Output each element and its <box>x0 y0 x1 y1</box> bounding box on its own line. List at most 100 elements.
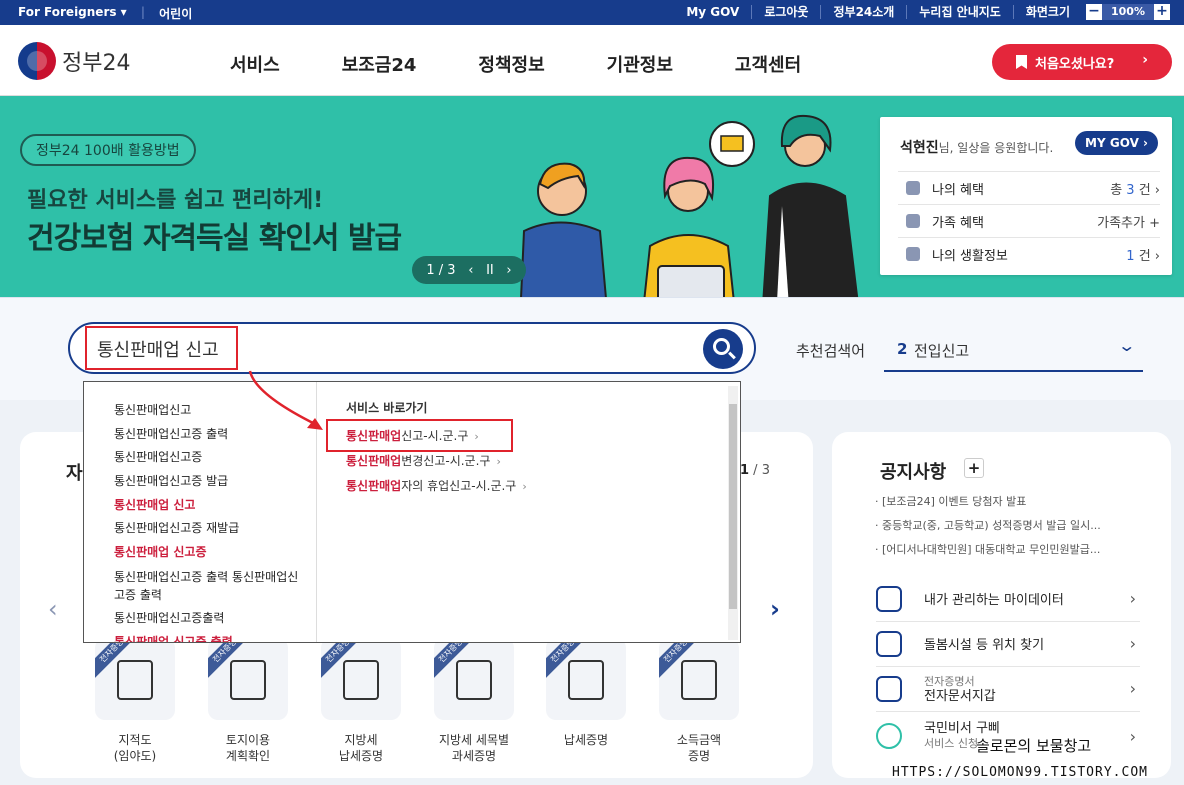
zoom-in-button[interactable]: + <box>1154 4 1170 20</box>
greeting-text: 님, 일상을 응원합니다. <box>938 141 1054 155</box>
suggestion-item[interactable]: 통신판매업 신고증 출력 <box>114 631 304 643</box>
mygov-link[interactable]: My GOV <box>674 5 753 19</box>
site-logo[interactable]: 정부24 <box>18 42 130 80</box>
suggestion-item[interactable]: 통신판매업신고증 발급 <box>114 470 304 494</box>
coin-stack-icon: 전자증명 <box>659 638 739 720</box>
quick-link-wallet[interactable]: 전자증명서 전자문서지갑 › <box>876 666 1140 712</box>
family-benefits-label: 가족 혜택 <box>932 215 984 231</box>
notice-more-button[interactable]: + <box>964 458 984 478</box>
logo-text: 정부24 <box>62 51 131 76</box>
chevron-right-icon: › <box>1129 634 1136 653</box>
bird-mascot-icon <box>876 723 902 749</box>
for-foreigners-link[interactable]: For Foreigners ▾ <box>18 5 127 22</box>
people-illustration <box>518 114 862 321</box>
taegeuk-logo-icon <box>18 42 56 80</box>
service-tile[interactable]: 전자증명 지방세 세목별 과세증명 <box>432 638 516 764</box>
service-tile[interactable]: 전자증명 납세증명 <box>544 638 628 748</box>
banner-subtitle: 필요한 서비스를 쉽고 편리하게! <box>27 188 324 213</box>
blog-watermark: 솔로몬의 보물창고 <box>976 737 1092 755</box>
service-tile[interactable]: 전자증명 지적도 (임야도) <box>93 638 177 764</box>
banner-pause-button[interactable]: II <box>486 263 494 278</box>
zoom-out-button[interactable]: − <box>1086 4 1102 20</box>
service-label: 토지이용 계획확인 <box>225 733 271 763</box>
service-label: 소득금액 증명 <box>676 733 722 763</box>
notice-title: 공지사항 <box>880 462 947 483</box>
banner-title: 건강보험 자격득실 확인서 발급 <box>27 221 402 256</box>
chart-search-icon: 전자증명 <box>434 638 514 720</box>
blog-url: HTTPS://SOLOMON99.TISTORY.COM <box>892 765 1148 780</box>
services-next-button[interactable]: › <box>770 595 780 623</box>
annotation-highlight-box <box>85 326 238 370</box>
zoom-value: 100% <box>1102 4 1154 20</box>
recommend-keyword[interactable]: 전입신고 <box>914 340 969 361</box>
nav-customer-center[interactable]: 고객센터 <box>735 51 801 77</box>
utility-bar: For Foreigners ▾ | 어린이 My GOV 로그아웃 정부24소… <box>0 0 1184 25</box>
location-pin-icon <box>876 630 902 657</box>
my-benefits-row[interactable]: 나의 혜택 총 3 건 › <box>898 171 1160 204</box>
zoom-label: 화면크기 <box>1025 5 1070 19</box>
notice-item[interactable]: · 중등학교(중, 고등학교) 성적증명서 발급 일시... <box>875 517 1101 533</box>
services-prev-button[interactable]: ‹ <box>48 595 58 623</box>
notice-item[interactable]: · [어디서나대학민원] 대동대학교 무인민원발급... <box>875 541 1100 557</box>
dropdown-scrollbar[interactable] <box>728 386 738 640</box>
service-tile[interactable]: 전자증명 소득금액 증명 <box>657 638 741 764</box>
notice-item[interactable]: · [보조금24] 이벤트 당첨자 발표 <box>875 493 1026 509</box>
suggestion-item[interactable]: 통신판매업신고증 재발급 <box>114 517 304 541</box>
service-tile[interactable]: 전자증명 지방세 납세증명 <box>319 638 403 764</box>
zoom-control: − 100% + <box>1086 4 1170 20</box>
phone-wallet-icon <box>876 675 902 702</box>
about-link[interactable]: 정부24소개 <box>821 5 908 19</box>
services-page-indicator: 1 / 3 <box>740 463 770 478</box>
life-info-row[interactable]: 나의 생활정보 1 건 › <box>898 237 1160 270</box>
mygov-card: 석현진님, 일상을 응원합니다. MY GOV › 나의 혜택 총 3 건 › … <box>880 117 1172 275</box>
quick-link-mydata[interactable]: 내가 관리하는 마이데이터 › <box>876 576 1140 622</box>
shortcut-link[interactable]: 통신판매업변경신고-시.군.구 › <box>346 449 527 474</box>
briefcase-icon <box>906 247 920 261</box>
life-info-count: 1 건 › <box>1126 248 1160 264</box>
banner-pill[interactable]: 정부24 100배 활용방법 <box>20 134 196 166</box>
chevron-right-icon: › <box>1129 726 1136 746</box>
nav-subsidy[interactable]: 보조금24 <box>342 51 417 77</box>
annotation-arrow-icon <box>248 370 323 430</box>
coin-document-icon: 전자증명 <box>546 638 626 720</box>
family-benefits-row[interactable]: 가족 혜택 가족추가 + <box>898 204 1160 237</box>
person-icon <box>906 181 920 195</box>
quick-link-care-location[interactable]: 돌봄시설 등 위치 찾기 › <box>876 621 1140 667</box>
map-magnifier-icon: 전자증명 <box>95 638 175 720</box>
suggestion-item[interactable]: 통신판매업신고증 <box>114 446 304 470</box>
add-family-link[interactable]: 가족추가 + <box>1097 212 1160 231</box>
service-label: 지방세 세목별 과세증명 <box>438 733 510 763</box>
chevron-right-icon: › <box>1129 589 1136 608</box>
suggestion-item[interactable]: 통신판매업신고증출력 <box>114 607 304 631</box>
service-label: 지적도 (임야도) <box>113 733 157 763</box>
kids-link[interactable]: 어린이 <box>159 5 192 22</box>
service-tile[interactable]: 전자증명 토지이용 계획확인 <box>206 638 290 764</box>
banner-page-indicator: 1 / 3 <box>426 262 456 278</box>
nav-agency[interactable]: 기관정보 <box>607 51 673 77</box>
document-icon: 전자증명 <box>321 638 401 720</box>
first-visit-label: 처음오셨나요? <box>1035 56 1115 72</box>
main-nav: 서비스 보조금24 정책정보 기관정보 고객센터 <box>230 51 801 77</box>
chevron-down-icon[interactable]: ⌄ <box>1117 336 1136 355</box>
mygov-button[interactable]: MY GOV › <box>1075 131 1158 155</box>
recommend-rank: 2 <box>897 340 908 358</box>
suggestion-item[interactable]: 통신판매업신고증 출력 통신판매업신고증 출력 <box>114 565 304 607</box>
first-visit-button[interactable]: 처음오셨나요? › <box>992 44 1172 80</box>
logout-link[interactable]: 로그아웃 <box>752 5 822 19</box>
nav-policy[interactable]: 정책정보 <box>478 51 544 77</box>
recommend-label: 추천검색어 <box>796 342 866 360</box>
banner-prev-button[interactable]: ‹ <box>468 263 473 278</box>
service-label: 납세증명 <box>563 733 609 747</box>
suggestion-item[interactable]: 통신판매업 신고 <box>114 494 304 518</box>
suggestion-item[interactable]: 통신판매업 신고증 <box>114 541 304 565</box>
main-header: 정부24 서비스 보조금24 정책정보 기관정보 고객센터 처음오셨나요? › <box>0 25 1184 96</box>
nav-services[interactable]: 서비스 <box>230 51 280 77</box>
user-name: 석현진 <box>900 140 939 156</box>
banner-next-button[interactable]: › <box>506 263 511 278</box>
sitemap-link[interactable]: 누리집 안내지도 <box>907 5 1014 19</box>
my-benefits-count: 총 3 건 › <box>1110 182 1160 198</box>
my-benefits-label: 나의 혜택 <box>932 182 984 198</box>
shortcut-link[interactable]: 통신판매업자의 휴업신고-시.군.구 › <box>346 474 527 499</box>
search-button[interactable] <box>703 329 743 369</box>
life-info-label: 나의 생활정보 <box>932 248 1008 264</box>
